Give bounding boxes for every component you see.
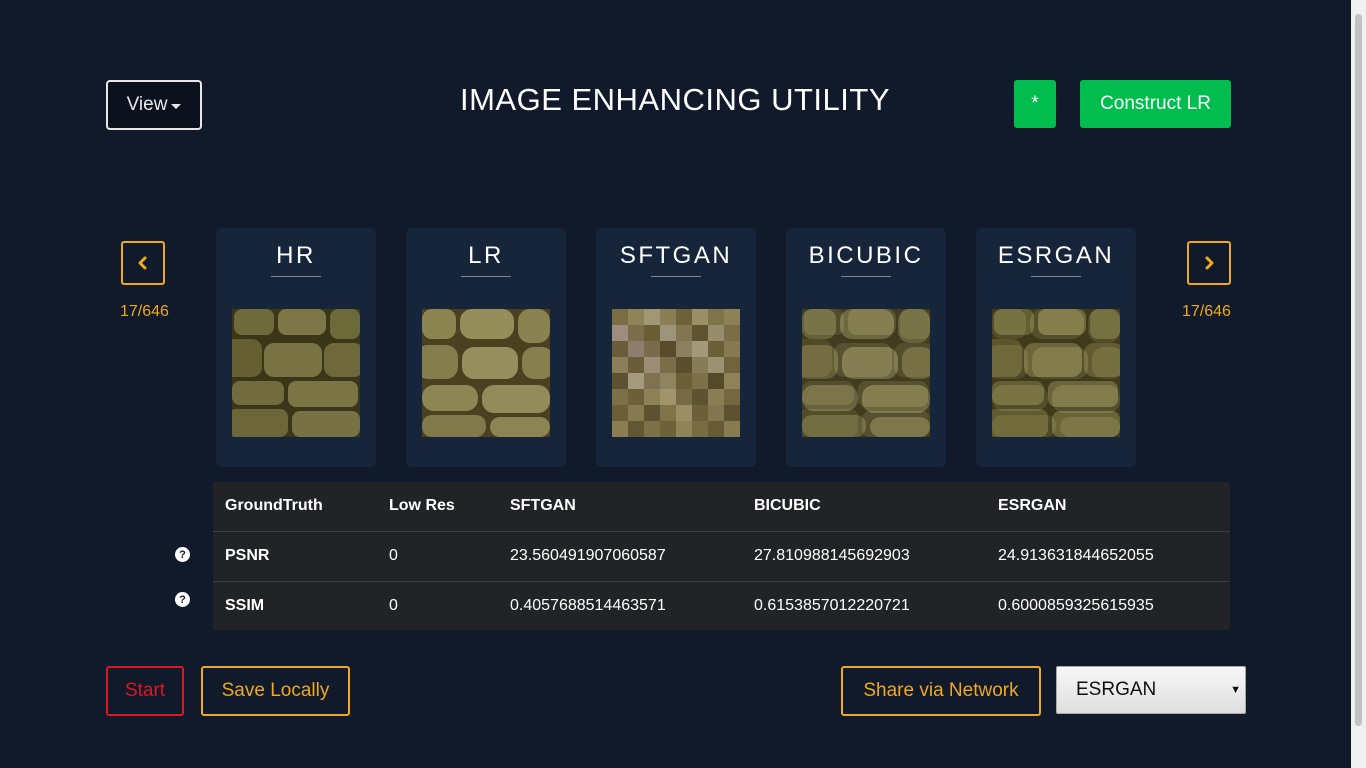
model-select[interactable]: ESRGAN ▼ — [1056, 666, 1246, 714]
card-divider — [271, 276, 321, 277]
card-title: BICUBIC — [808, 242, 924, 269]
column-header: SFTGAN — [510, 497, 576, 514]
table-cell: 24.913631844652055 — [998, 547, 1154, 564]
image-card-esrgan: ESRGAN — [976, 228, 1136, 467]
share-via-network-button[interactable]: Share via Network — [841, 666, 1041, 716]
dropdown-arrow-icon: ▼ — [1230, 684, 1241, 696]
image-card-sftgan: SFTGAN — [596, 228, 756, 467]
table-cell: 0.4057688514463571 — [510, 597, 666, 614]
table-cell: 0.6153857012220721 — [754, 597, 910, 614]
hr-image — [232, 309, 360, 437]
image-counter-right: 17/646 — [1182, 303, 1231, 320]
column-header: BICUBIC — [754, 497, 821, 514]
table-row-ssim: SSIM 0 0.4057688514463571 0.615385701222… — [213, 582, 1230, 631]
image-card-hr: HR — [216, 228, 376, 467]
table-cell: 23.560491907060587 — [510, 547, 666, 564]
chevron-right-icon — [1205, 256, 1214, 270]
card-title: LR — [468, 242, 504, 269]
card-divider — [841, 276, 891, 277]
table-cell: 0.6000859325615935 — [998, 597, 1154, 614]
metric-name: SSIM — [225, 597, 265, 614]
table-cell: 27.810988145692903 — [754, 547, 910, 564]
construct-lr-button[interactable]: Construct LR — [1080, 80, 1231, 128]
column-header: Low Res — [389, 497, 455, 514]
table-row-psnr: PSNR 0 23.560491907060587 27.81098814569… — [213, 532, 1230, 582]
start-button[interactable]: Start — [106, 666, 184, 716]
card-divider — [461, 276, 511, 277]
sftgan-image — [612, 309, 740, 437]
card-title: HR — [276, 242, 316, 269]
star-button[interactable]: * — [1014, 80, 1056, 128]
previous-image-button[interactable] — [121, 241, 165, 285]
image-card-lr: LR — [406, 228, 566, 467]
scrollbar-thumb[interactable] — [1355, 14, 1362, 726]
metrics-table: GroundTruth Low Res SFTGAN BICUBIC ESRGA… — [213, 482, 1230, 630]
image-counter-left: 17/646 — [120, 303, 169, 320]
card-title: SFTGAN — [619, 242, 733, 269]
image-card-bicubic: BICUBIC — [786, 228, 946, 467]
page-scrollbar[interactable] — [1351, 0, 1366, 768]
card-divider — [1031, 276, 1081, 277]
card-divider — [651, 276, 701, 277]
model-select-value: ESRGAN — [1076, 679, 1157, 700]
chevron-left-icon — [138, 256, 147, 270]
lr-image — [422, 309, 550, 437]
card-title: ESRGAN — [997, 242, 1115, 269]
column-header: GroundTruth — [225, 497, 323, 514]
column-header: ESRGAN — [998, 497, 1067, 514]
psnr-help-icon[interactable]: ? — [175, 547, 190, 562]
next-image-button[interactable] — [1187, 241, 1231, 285]
table-header-row: GroundTruth Low Res SFTGAN BICUBIC ESRGA… — [213, 482, 1230, 532]
save-locally-button[interactable]: Save Locally — [201, 666, 350, 716]
esrgan-image — [992, 309, 1120, 437]
bicubic-image — [802, 309, 930, 437]
table-cell: 0 — [389, 597, 398, 614]
metric-name: PSNR — [225, 547, 270, 564]
ssim-help-icon[interactable]: ? — [175, 592, 190, 607]
table-cell: 0 — [389, 547, 398, 564]
